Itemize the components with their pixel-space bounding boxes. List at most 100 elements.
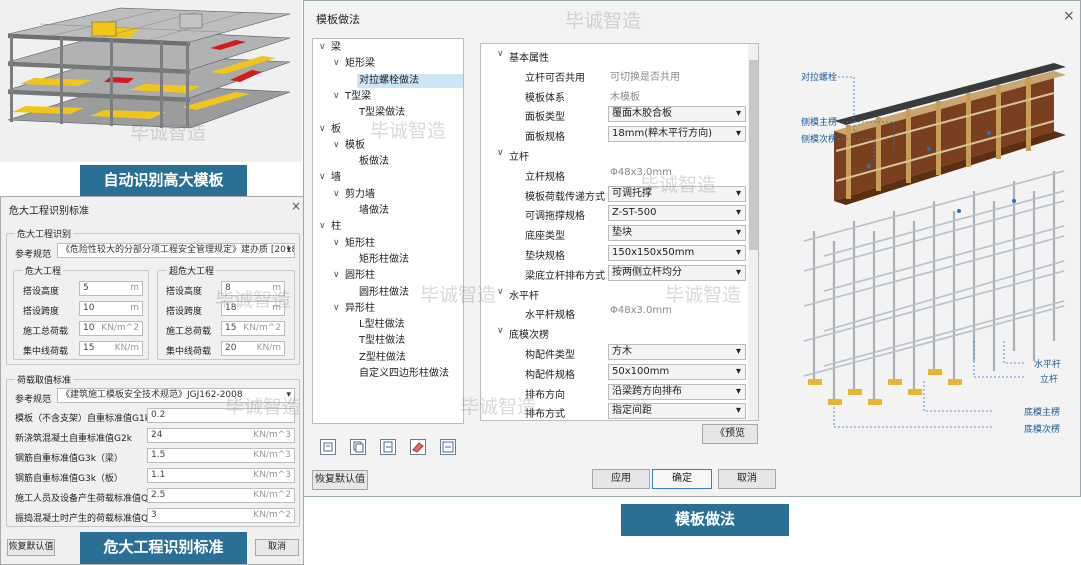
cancel-button[interactable]: 取消: [718, 469, 776, 489]
tree-item[interactable]: Z型柱做法: [357, 351, 408, 365]
tree-toggle-icon[interactable]: ∨: [333, 270, 340, 280]
tree-item[interactable]: 板: [329, 123, 343, 137]
property-row[interactable]: 构配件规格 50x100mm: [481, 363, 747, 382]
collapse-icon[interactable]: ∨: [497, 287, 504, 297]
restore-default-button[interactable]: 恢复默认值: [312, 470, 368, 490]
tree-item[interactable]: 柱: [329, 220, 343, 234]
property-row[interactable]: 面板规格 18mm(粹木平行方向): [481, 125, 747, 144]
tree-item[interactable]: 模板: [343, 139, 367, 153]
property-select[interactable]: 按两侧立杆均分: [608, 264, 746, 281]
tree-item[interactable]: 圆形柱做法: [357, 286, 411, 300]
value-input[interactable]: 5m: [79, 281, 143, 296]
value-input[interactable]: 15 KN/m: [79, 341, 143, 356]
cancel-button[interactable]: 取消: [255, 539, 299, 556]
property-select[interactable]: 指定间距: [608, 403, 746, 420]
tree-toggle-icon[interactable]: ∨: [319, 124, 326, 134]
tree-toggle-icon[interactable]: ∨: [333, 189, 340, 199]
property-select[interactable]: 18mm(粹木平行方向): [608, 126, 746, 143]
load-standard-select[interactable]: 《建筑施工模板安全技术规范》JGJ162-2008: [57, 388, 295, 403]
tree-item[interactable]: 剪力墙: [343, 188, 377, 202]
property-select[interactable]: 沿梁跨方向排布: [608, 383, 746, 400]
value-input[interactable]: 15 KN/m^2: [221, 321, 285, 336]
ok-button[interactable]: 确定: [652, 469, 712, 489]
tree-item-label: 对拉螺栓做法: [359, 74, 419, 86]
tree-item[interactable]: 对拉螺栓做法: [357, 73, 463, 88]
label-upright: 立杆: [1040, 375, 1059, 385]
property-row[interactable]: 可调拖撑规格 Z-ST-500: [481, 204, 747, 223]
property-row[interactable]: 面板类型 覆面木胶合板: [481, 105, 747, 124]
tree-item[interactable]: 矩形柱: [343, 237, 377, 251]
tree-item[interactable]: 墙: [329, 171, 343, 185]
tree-toggle-icon[interactable]: ∨: [333, 58, 340, 68]
property-select[interactable]: Z-ST-500: [608, 205, 746, 222]
tree-toggle-icon[interactable]: ∨: [333, 140, 340, 150]
preview-button[interactable]: 《预览: [702, 424, 758, 444]
property-row[interactable]: 排布方向 沿梁跨方向排布: [481, 383, 747, 402]
scrollbar-thumb[interactable]: [749, 60, 758, 250]
tree-item[interactable]: T型梁做法: [357, 106, 407, 120]
tree-toggle-icon[interactable]: ∨: [319, 172, 326, 182]
collapse-icon[interactable]: ∨: [497, 49, 504, 59]
property-row[interactable]: 模板荷载传递方式 可调托撑: [481, 185, 747, 204]
tree-item[interactable]: 墙做法: [357, 204, 391, 218]
property-row[interactable]: 排布方式 指定间距: [481, 402, 747, 420]
property-row[interactable]: 立杆规格 Φ48x3.0mm: [481, 165, 747, 184]
ref-standard-select[interactable]: 《危险性较大的分部分项工程安全管理规定》建办质 [2018] 31号: [57, 243, 295, 258]
tree-item[interactable]: 矩形梁: [343, 57, 377, 71]
property-row[interactable]: 立杆可否共用 可切换是否共用: [481, 66, 747, 85]
property-select[interactable]: 覆面木胶合板: [608, 106, 746, 123]
tree-item[interactable]: 矩形柱做法: [357, 253, 411, 267]
label-horizontal-bar: 水平杆: [1034, 360, 1062, 370]
tree-item[interactable]: L型柱做法: [357, 318, 407, 332]
close-icon[interactable]: ×: [1063, 8, 1075, 24]
value-input[interactable]: 18 m: [221, 301, 285, 316]
load-input[interactable]: 24 KN/m^3: [147, 428, 295, 443]
load-input[interactable]: 1.1 KN/m^3: [147, 468, 295, 483]
tree-item[interactable]: 梁: [329, 41, 343, 55]
load-input[interactable]: 3 KN/m^2: [147, 508, 295, 523]
unit-label: m: [130, 283, 139, 293]
load-input[interactable]: 0.2: [147, 408, 295, 423]
tree-toggle-icon[interactable]: ∨: [319, 221, 326, 231]
tree-item[interactable]: 板做法: [357, 155, 391, 169]
tree-item[interactable]: 自定义四边形柱做法: [357, 367, 451, 381]
property-select[interactable]: 可调托撑: [608, 185, 746, 202]
restore-default-button[interactable]: 恢复默认值: [7, 539, 55, 556]
tree-toggle-icon[interactable]: ∨: [333, 91, 340, 101]
property-select[interactable]: 150x150x50mm: [608, 245, 746, 261]
value-input[interactable]: 8m: [221, 281, 285, 296]
property-row[interactable]: 底座类型 垫块: [481, 224, 747, 243]
tree-item[interactable]: 异形柱: [343, 302, 377, 316]
tree-toggle-icon[interactable]: ∨: [319, 42, 326, 52]
property-row[interactable]: 梁底立杆排布方式 按两侧立杆均分: [481, 264, 747, 283]
collapse-icon[interactable]: ∨: [497, 148, 504, 158]
delete-icon[interactable]: [410, 439, 426, 455]
unit-label: KN/m^2: [101, 323, 139, 333]
property-select[interactable]: 50x100mm: [608, 363, 746, 380]
property-row[interactable]: 构配件类型 方木: [481, 343, 747, 362]
close-icon[interactable]: ×: [291, 199, 301, 213]
property-row[interactable]: 模板体系 木模板: [481, 86, 747, 105]
property-row[interactable]: 水平杆规格 Φ48x3.0mm: [481, 303, 747, 322]
value-input[interactable]: 10 KN/m^2: [79, 321, 143, 336]
edit-icon[interactable]: [320, 439, 336, 455]
property-row[interactable]: 垫块规格 150x150x50mm: [481, 244, 747, 263]
value-input[interactable]: 10 m: [79, 301, 143, 316]
apply-button[interactable]: 应用: [592, 469, 650, 489]
tree-item[interactable]: T型梁: [343, 90, 373, 104]
tree-item-label: 矩形柱做法: [359, 253, 409, 265]
property-select[interactable]: 方木: [608, 344, 746, 360]
tree-item[interactable]: 圆形柱: [343, 269, 377, 283]
paste-icon[interactable]: [380, 439, 396, 455]
tree-toggle-icon[interactable]: ∨: [333, 238, 340, 248]
copy-icon[interactable]: [350, 439, 366, 455]
load-input[interactable]: 1.5 KN/m^3: [147, 448, 295, 463]
collapse-icon[interactable]: ∨: [497, 326, 504, 336]
load-input[interactable]: 2.5 KN/m^2: [147, 488, 295, 503]
value-input[interactable]: 20 KN/m: [221, 341, 285, 356]
import-icon[interactable]: [440, 439, 456, 455]
property-select[interactable]: 垫块: [608, 225, 746, 242]
unit-label: KN/m^3: [253, 430, 291, 440]
tree-toggle-icon[interactable]: ∨: [333, 303, 340, 313]
tree-item[interactable]: T型柱做法: [357, 334, 407, 348]
